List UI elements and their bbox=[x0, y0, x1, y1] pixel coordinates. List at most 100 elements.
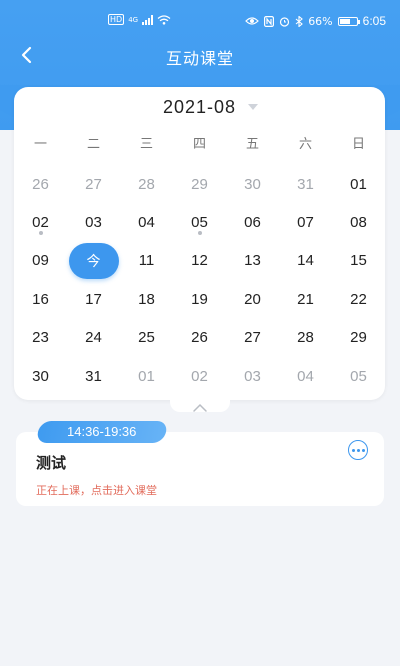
calendar-day[interactable]: 26 bbox=[14, 165, 67, 203]
day-number: 03 bbox=[244, 367, 261, 385]
day-number: 26 bbox=[191, 329, 208, 347]
day-number: 06 bbox=[244, 214, 261, 232]
day-number: 30 bbox=[32, 367, 49, 385]
calendar-day[interactable]: 18 bbox=[120, 280, 173, 318]
lesson-name: 测试 bbox=[36, 454, 67, 472]
battery-percent: 66% bbox=[308, 14, 333, 28]
day-number: 08 bbox=[350, 214, 367, 232]
lesson-card[interactable]: 测试 正在上课，点击进入课堂 bbox=[16, 432, 384, 506]
calendar-day[interactable]: 13 bbox=[226, 242, 279, 280]
more-options-icon[interactable] bbox=[348, 440, 368, 460]
day-number: 22 bbox=[350, 290, 367, 308]
calendar-day[interactable]: 31 bbox=[279, 165, 332, 203]
day-number: 17 bbox=[85, 290, 102, 308]
day-number: 27 bbox=[244, 329, 261, 347]
calendar-day[interactable]: 30 bbox=[226, 165, 279, 203]
calendar-day-today[interactable]: 今 bbox=[67, 242, 120, 280]
lesson-time: 14:36-19:36 bbox=[67, 424, 137, 439]
day-number: 30 bbox=[244, 175, 261, 193]
day-number: 01 bbox=[138, 367, 155, 385]
calendar-day[interactable]: 01 bbox=[120, 357, 173, 395]
day-number: 14 bbox=[297, 252, 314, 270]
weekday-label: 四 bbox=[192, 137, 206, 152]
calendar-day[interactable]: 06 bbox=[226, 203, 279, 241]
calendar-day[interactable]: 25 bbox=[120, 319, 173, 357]
calendar-day[interactable]: 29 bbox=[332, 319, 385, 357]
status-time: 6:05 bbox=[362, 14, 386, 28]
calendar-day[interactable]: 31 bbox=[67, 357, 120, 395]
calendar-day[interactable]: 07 bbox=[279, 203, 332, 241]
status-bar: HD 4G 66% 6:05 bbox=[0, 0, 400, 38]
day-number: 31 bbox=[85, 367, 102, 385]
day-number: 28 bbox=[138, 175, 155, 193]
calendar-day[interactable]: 24 bbox=[67, 319, 120, 357]
calendar-day[interactable]: 19 bbox=[173, 280, 226, 318]
calendar-card: 2021-08 一 二 三 四 五 六 日 26 27 28 29 30 31 01 02 03 04 05 06… bbox=[14, 87, 385, 400]
calendar-day[interactable]: 03 bbox=[226, 357, 279, 395]
calendar-day[interactable]: 20 bbox=[226, 280, 279, 318]
calendar-day[interactable]: 21 bbox=[279, 280, 332, 318]
calendar-day[interactable]: 09 bbox=[14, 242, 67, 280]
nav-bar: 互动课堂 bbox=[0, 38, 400, 74]
calendar-day[interactable]: 26 bbox=[173, 319, 226, 357]
calendar-day[interactable]: 02 bbox=[14, 203, 67, 241]
day-number: 25 bbox=[138, 329, 155, 347]
calendar-day[interactable]: 28 bbox=[279, 319, 332, 357]
calendar-day[interactable]: 23 bbox=[14, 319, 67, 357]
day-number: 19 bbox=[191, 290, 208, 308]
calendar-day[interactable]: 02 bbox=[173, 357, 226, 395]
weekday-label: 五 bbox=[245, 137, 259, 152]
bluetooth-icon bbox=[295, 15, 304, 27]
page-title: 互动课堂 bbox=[165, 49, 234, 68]
day-number: 16 bbox=[32, 290, 49, 308]
calendar-day[interactable]: 08 bbox=[332, 203, 385, 241]
day-number: 29 bbox=[350, 329, 367, 347]
calendar-grid: 26 27 28 29 30 31 01 02 03 04 05 06 07 08 09 今 11 12 13 14 1… bbox=[14, 165, 385, 395]
calendar-day[interactable]: 28 bbox=[120, 165, 173, 203]
day-number: 01 bbox=[350, 175, 367, 193]
weekday-header: 一二三四五六日 bbox=[14, 133, 385, 152]
month-selector[interactable]: 2021-08 bbox=[14, 97, 385, 123]
day-number: 03 bbox=[85, 214, 102, 232]
battery-icon bbox=[337, 16, 360, 26]
calendar-day[interactable]: 14 bbox=[279, 242, 332, 280]
day-number: 07 bbox=[297, 214, 314, 232]
calendar-day[interactable]: 11 bbox=[120, 242, 173, 280]
calendar-day[interactable]: 16 bbox=[14, 280, 67, 318]
calendar-day[interactable]: 30 bbox=[14, 357, 67, 395]
calendar-day[interactable]: 05 bbox=[173, 203, 226, 241]
day-number: 12 bbox=[191, 252, 208, 270]
calendar-day[interactable]: 03 bbox=[67, 203, 120, 241]
day-number: 26 bbox=[32, 175, 49, 193]
day-number: 13 bbox=[244, 252, 261, 270]
calendar-day[interactable]: 01 bbox=[332, 165, 385, 203]
weekday-label: 二 bbox=[86, 137, 100, 152]
today-marker: 今 bbox=[68, 242, 119, 279]
day-number: 28 bbox=[297, 329, 314, 347]
day-number: 05 bbox=[191, 214, 208, 232]
network-type: 4G bbox=[128, 15, 139, 24]
caret-down-icon bbox=[248, 104, 258, 110]
calendar-day[interactable]: 17 bbox=[67, 280, 120, 318]
calendar-day[interactable]: 22 bbox=[332, 280, 385, 318]
calendar-day[interactable]: 04 bbox=[120, 203, 173, 241]
weekday-label: 六 bbox=[298, 137, 312, 152]
day-number: 15 bbox=[350, 252, 367, 270]
day-number: 04 bbox=[138, 214, 155, 232]
calendar-day[interactable]: 29 bbox=[173, 165, 226, 203]
wifi-icon bbox=[157, 14, 171, 25]
calendar-day[interactable]: 27 bbox=[67, 165, 120, 203]
day-number: 11 bbox=[138, 252, 155, 270]
chevron-up-icon[interactable] bbox=[192, 403, 208, 413]
lesson-time-badge: 14:36-19:36 bbox=[35, 421, 169, 443]
calendar-day[interactable]: 05 bbox=[332, 357, 385, 395]
calendar-day[interactable]: 04 bbox=[279, 357, 332, 395]
day-number: 02 bbox=[32, 214, 49, 232]
calendar-day[interactable]: 27 bbox=[226, 319, 279, 357]
calendar-day[interactable]: 15 bbox=[332, 242, 385, 280]
day-number: 21 bbox=[297, 290, 314, 308]
calendar-day[interactable]: 12 bbox=[173, 242, 226, 280]
lesson-status[interactable]: 正在上课，点击进入课堂 bbox=[36, 482, 157, 498]
day-number: 24 bbox=[85, 329, 102, 347]
day-number: 20 bbox=[244, 290, 261, 308]
